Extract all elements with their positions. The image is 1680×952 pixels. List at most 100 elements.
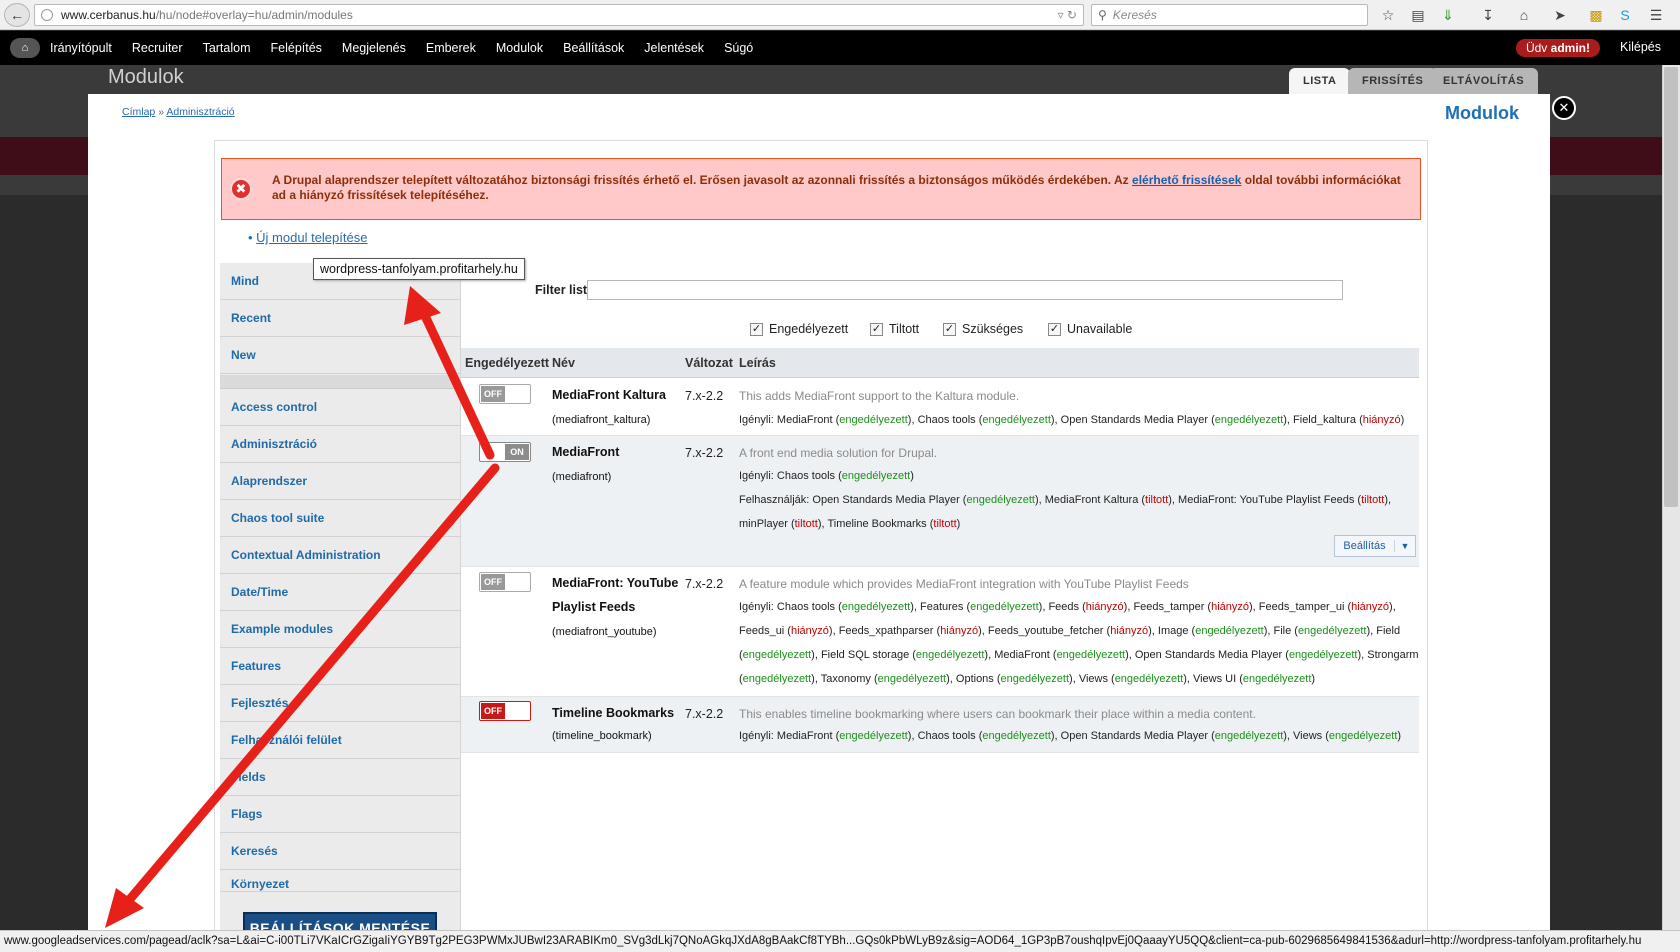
- sidebar-item-search[interactable]: Keresés: [220, 833, 461, 870]
- dependency-name: Feeds_xpathparser (: [838, 625, 941, 637]
- dependency-separator: ),: [946, 673, 956, 685]
- table-row: OFF MediaFront Kaltura (mediafront_kaltu…: [461, 379, 1419, 436]
- menu-item-modules[interactable]: Modulok: [496, 41, 543, 55]
- filter-enabled-checkbox[interactable]: ✓ Engedélyezett: [750, 322, 848, 336]
- home-icon[interactable]: ⌂: [1514, 5, 1534, 25]
- sidebar-item-administration[interactable]: Adminisztráció: [220, 426, 461, 463]
- address-bar[interactable]: www.cerbanus.hu/hu/node#overlay=hu/admin…: [34, 4, 1084, 26]
- download-icon[interactable]: ↧: [1478, 5, 1498, 25]
- filter-required-checkbox[interactable]: ✓ Szükséges: [943, 322, 1023, 336]
- module-name: Timeline Bookmarks: [552, 706, 675, 720]
- module-description: A front end media solution for Drupal.: [739, 446, 938, 460]
- welcome-badge[interactable]: Üdv admin!: [1515, 39, 1600, 57]
- breadcrumb-home[interactable]: Címlap: [122, 106, 155, 118]
- menu-item-reports[interactable]: Jelentések: [644, 41, 704, 55]
- menu-item-content[interactable]: Tartalom: [203, 41, 251, 55]
- dependency-name: Options (: [955, 673, 1001, 685]
- checkbox-label: Engedélyezett: [769, 322, 849, 336]
- reload-icon[interactable]: ▿ ↻: [1058, 8, 1077, 22]
- menu-item-people[interactable]: Emberek: [426, 41, 476, 55]
- dependency-separator: ): [910, 470, 914, 482]
- sidebar-item-examples[interactable]: Example modules: [220, 611, 461, 648]
- module-settings-button[interactable]: Beállítás ▼: [1334, 535, 1416, 557]
- module-version: 7.x-2.2: [685, 577, 724, 591]
- sidebar-item-recent[interactable]: Recent: [220, 300, 461, 337]
- filter-disabled-checkbox[interactable]: ✓ Tiltott: [870, 322, 919, 336]
- sidebar-item-user-interface[interactable]: Felhasználói felület: [220, 722, 461, 759]
- logout-link[interactable]: Kilépés: [1620, 40, 1661, 54]
- dependency-separator: ),: [1038, 601, 1049, 613]
- menu-item-appearance[interactable]: Megjelenés: [342, 41, 406, 55]
- sidebar-item-contextual[interactable]: Contextual Administration: [220, 537, 461, 574]
- filter-input[interactable]: [587, 280, 1343, 300]
- sidebar-item-environment[interactable]: Környezet: [220, 870, 461, 892]
- menu-item-recruiter[interactable]: Recruiter: [132, 41, 183, 55]
- menu-icon[interactable]: ☰: [1646, 5, 1666, 25]
- sidebar-item-new[interactable]: New: [220, 337, 461, 374]
- search-input[interactable]: ⚲ Keresés: [1091, 4, 1368, 26]
- module-used-by-cont: minPlayer (tiltott), Timeline Bookmarks …: [739, 518, 960, 530]
- menu-item-structure[interactable]: Felépítés: [271, 41, 322, 55]
- dependency-status: engedélyezett: [742, 649, 812, 661]
- available-updates-link[interactable]: elérhető frissítések: [1132, 173, 1241, 187]
- sidebar-item-development[interactable]: Fejlesztés: [220, 685, 461, 722]
- column-description: Leírás: [739, 356, 776, 370]
- dependency-status: engedélyezett: [1056, 649, 1126, 661]
- tab-uninstall[interactable]: ELTÁVOLÍTÁS: [1429, 68, 1539, 94]
- addon-icon[interactable]: ⇓: [1438, 5, 1458, 25]
- dependency-name: Image (: [1157, 625, 1196, 637]
- dependency-separator: ),: [910, 601, 921, 613]
- background-page-title: Modulok: [108, 66, 184, 88]
- column-version: Változat: [685, 356, 733, 370]
- dependency-separator: ),: [1148, 625, 1158, 637]
- module-toggle[interactable]: OFF: [479, 572, 531, 592]
- back-arrow-icon[interactable]: ←: [4, 3, 30, 27]
- dependency-separator: ),: [907, 414, 918, 426]
- column-name: Név: [552, 356, 575, 370]
- dependency-name: Field SQL storage (: [820, 649, 916, 661]
- star-icon[interactable]: ☆: [1378, 5, 1398, 25]
- dependency-status: engedélyezett: [1195, 625, 1264, 637]
- module-requires: Igényli: MediaFront (engedélyezett), Cha…: [739, 414, 1404, 426]
- close-icon[interactable]: ✕: [1552, 96, 1576, 120]
- module-description: This enables timeline bookmarking where …: [739, 707, 1256, 721]
- install-module-link[interactable]: Új modul telepítése: [256, 230, 367, 245]
- sidebar-item-core[interactable]: Alaprendszer: [220, 463, 461, 500]
- module-machine-name: (mediafront_youtube): [552, 626, 657, 638]
- tab-list[interactable]: LISTA: [1289, 68, 1351, 94]
- dependency-separator: ),: [1283, 414, 1294, 426]
- dependency-status: engedélyezett: [1242, 673, 1312, 685]
- sidebar-item-access-control[interactable]: Access control: [220, 389, 461, 426]
- tab-update[interactable]: FRISSÍTÉS: [1348, 68, 1438, 94]
- dependency-separator: ),: [1123, 601, 1134, 613]
- breadcrumb-admin[interactable]: Adminisztráció: [166, 106, 234, 118]
- sidebar-item-flags[interactable]: Flags: [220, 796, 461, 833]
- dependency-name: Open Standards Media Player (: [1060, 730, 1215, 742]
- bookmarks-icon[interactable]: ▤: [1408, 5, 1428, 25]
- scrollbar-thumb[interactable]: [1664, 67, 1678, 507]
- dependency-name: Views UI (: [1192, 673, 1243, 685]
- module-toggle[interactable]: OFF: [479, 701, 531, 721]
- filter-unavailable-checkbox[interactable]: ✓ Unavailable: [1048, 322, 1132, 336]
- sidebar-item-datetime[interactable]: Date/Time: [220, 574, 461, 611]
- send-icon[interactable]: ➤: [1550, 5, 1570, 25]
- sidebar-item-features[interactable]: Features: [220, 648, 461, 685]
- module-toggle[interactable]: ON: [479, 442, 531, 462]
- home-icon[interactable]: ⌂: [10, 38, 40, 58]
- menu-item-help[interactable]: Súgó: [724, 41, 753, 55]
- module-toggle[interactable]: OFF: [479, 384, 531, 404]
- breadcrumb-separator: »: [158, 106, 165, 118]
- error-text: A Drupal alaprendszer telepített változa…: [272, 173, 1129, 187]
- skype-icon[interactable]: S: [1615, 5, 1635, 25]
- sidebar-item-chaos-tools[interactable]: Chaos tool suite: [220, 500, 461, 537]
- menu-item-dashboard[interactable]: Irányítópult: [50, 41, 112, 55]
- module-version: 7.x-2.2: [685, 389, 724, 403]
- folder-icon[interactable]: ▩: [1586, 5, 1606, 25]
- menu-item-config[interactable]: Beállítások: [563, 41, 624, 55]
- sidebar-separator: [220, 375, 461, 389]
- sidebar-item-fields[interactable]: Fields: [220, 759, 461, 796]
- link-tooltip: wordpress-tanfolyam.profitarhely.hu: [313, 258, 525, 280]
- toggle-off-label: OFF: [481, 574, 505, 590]
- dependency-status: engedélyezett: [841, 470, 911, 482]
- welcome-prefix: Üdv: [1525, 41, 1548, 55]
